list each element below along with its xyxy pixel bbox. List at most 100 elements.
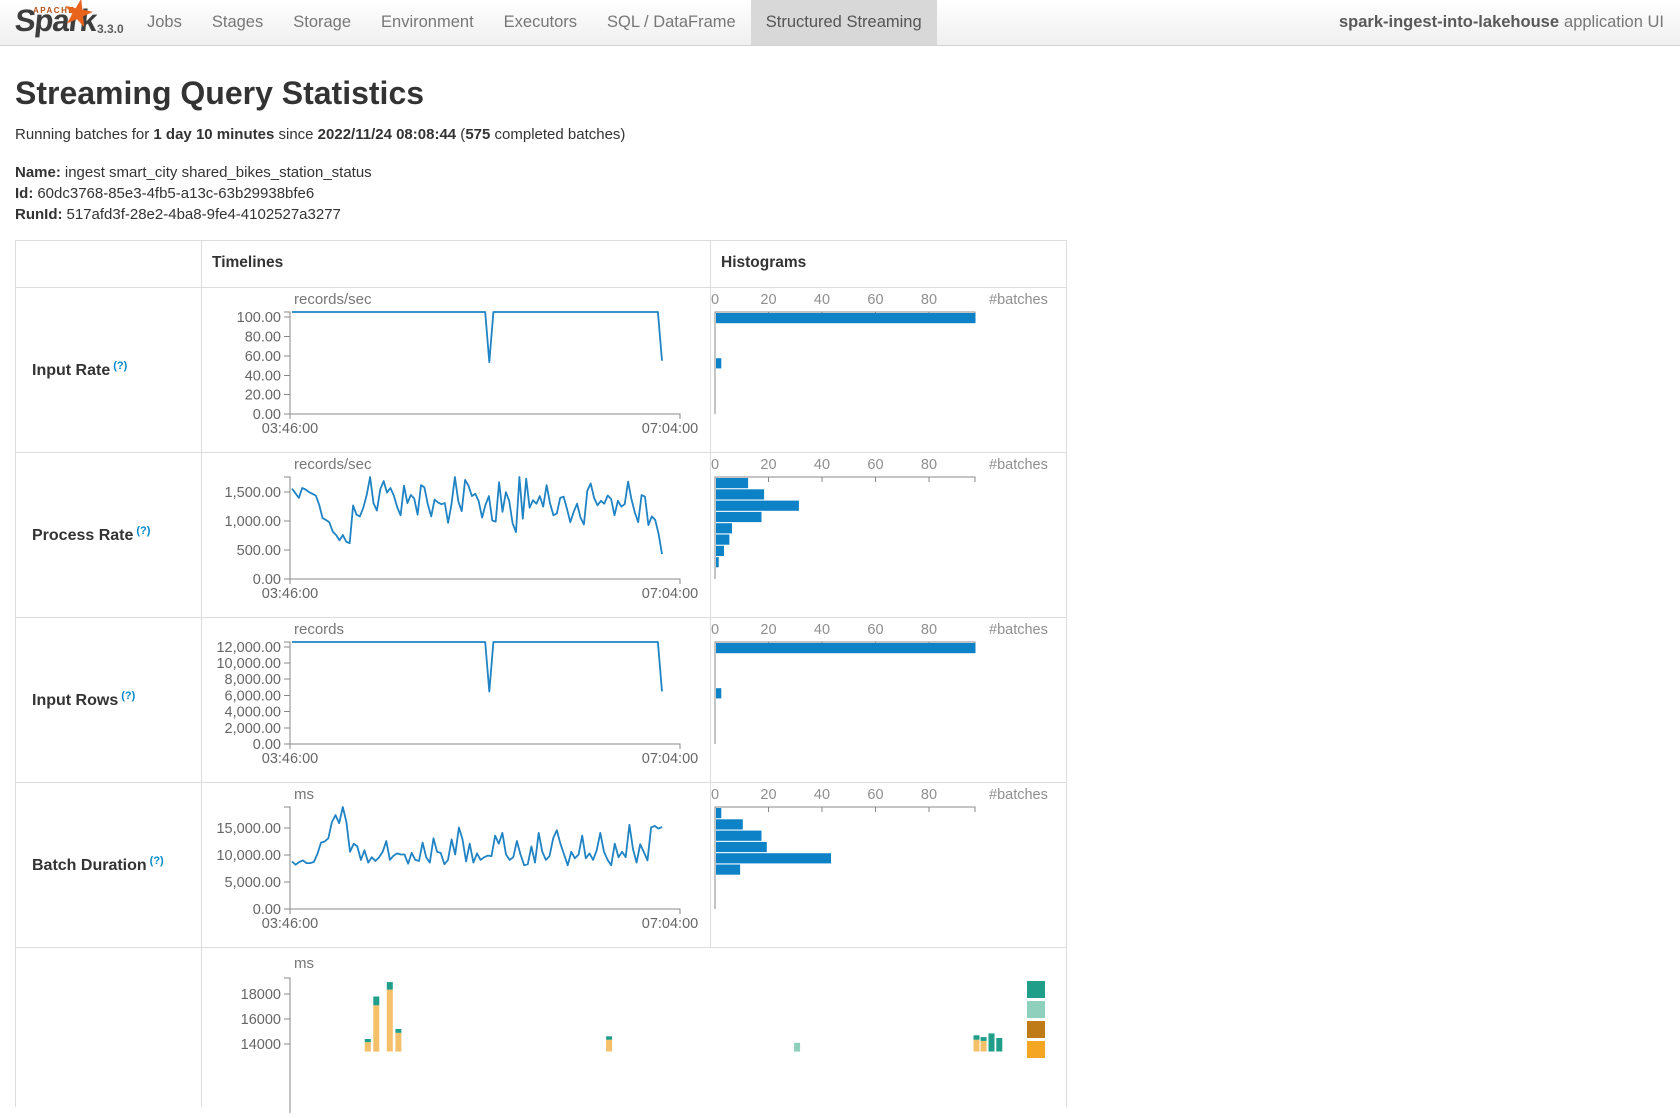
svg-text:#batches: #batches [989,457,1048,473]
application-title: spark-ingest-into-lakehouse application … [1339,0,1664,45]
operation-duration-row: ms180001600014000 [16,947,1066,1107]
svg-text:#batches: #batches [989,787,1048,803]
svg-text:40: 40 [814,787,830,803]
svg-text:03:46:00: 03:46:00 [262,916,318,932]
input-rows-histogram-cell: 020406080#batches [710,618,1065,782]
spark-version: 3.3.0 [97,22,124,36]
process-rate-histogram-cell: 020406080#batches [710,453,1065,617]
tab-structured-streaming[interactable]: Structured Streaming [751,0,937,45]
running-duration: 1 day 10 minutes [153,126,274,143]
row-label-cell: Input Rows(?) [16,618,201,782]
svg-text:500.00: 500.00 [237,543,281,559]
svg-text:07:04:00: 07:04:00 [642,421,698,437]
process-rate-help-icon[interactable]: (?) [136,525,150,537]
svg-text:0: 0 [711,292,719,308]
running-middle: since [274,126,317,143]
svg-text:ms: ms [294,786,314,803]
query-id-label: Id: [15,185,33,202]
operation-duration-timeline-chart: ms180001600014000 [202,948,1066,1107]
input-rows-histogram-chart: 020406080#batches [711,618,1065,782]
nav-tabs: Jobs Stages Storage Environment Executor… [132,0,937,45]
svg-text:ms: ms [294,955,314,972]
query-name-row: Name:ingest smart_city shared_bikes_stat… [15,162,1680,183]
svg-text:0: 0 [711,787,719,803]
input-rows-timeline-chart: records0.002,000.004,000.006,000.008,000… [202,618,710,782]
running-batches-line: Running batches for 1 day 10 minutes sin… [15,126,1680,143]
row-label-cell: Batch Duration(?) [16,783,201,947]
batch-duration-timeline-chart: ms0.005,000.0010,000.0015,000.0003:46:00… [202,783,710,947]
tab-sql-dataframe[interactable]: SQL / DataFrame [592,0,751,45]
query-meta: Name:ingest smart_city shared_bikes_stat… [15,162,1680,225]
svg-text:15,000.00: 15,000.00 [216,821,281,837]
svg-text:80: 80 [921,622,937,638]
svg-text:20: 20 [760,292,776,308]
svg-text:40: 40 [814,292,830,308]
svg-text:1,500.00: 1,500.00 [225,485,281,501]
tab-executors[interactable]: Executors [489,0,592,45]
query-id-row: Id:60dc3768-85e3-4fb5-a13c-63b29938bfe6 [15,183,1680,204]
svg-text:60: 60 [867,457,883,473]
svg-text:6,000.00: 6,000.00 [225,688,281,704]
batch-duration-help-icon[interactable]: (?) [150,855,164,867]
svg-text:80: 80 [921,457,937,473]
svg-text:10,000.00: 10,000.00 [216,656,281,672]
query-runid-row: RunId:517afd3f-28e2-4ba8-9fe4-4102527a32… [15,204,1680,225]
svg-text:14000: 14000 [241,1037,281,1053]
svg-text:03:46:00: 03:46:00 [262,751,318,767]
running-prefix: Running batches for [15,126,153,143]
application-name: spark-ingest-into-lakehouse [1339,13,1559,32]
timelines-column-header: Timelines [202,241,710,272]
batch-duration-histogram-cell: 020406080#batches [710,783,1065,947]
svg-text:12,000.00: 12,000.00 [216,640,281,656]
tab-stages[interactable]: Stages [197,0,278,45]
header-empty-cell [16,241,201,287]
svg-text:40.00: 40.00 [245,368,281,384]
svg-text:07:04:00: 07:04:00 [642,916,698,932]
svg-text:18000: 18000 [241,987,281,1003]
operation-duration-chart-cell: ms180001600014000 [201,948,1066,1107]
spark-logo[interactable]: APACHE Spark ★ 3.3.0 [0,0,132,45]
query-name-label: Name: [15,164,61,181]
svg-text:records/sec: records/sec [294,291,372,308]
batch-duration-histogram-chart: 020406080#batches [711,783,1065,947]
running-start-time: 2022/11/24 08:08:44 [318,126,456,143]
svg-text:07:04:00: 07:04:00 [642,586,698,602]
svg-text:20: 20 [760,622,776,638]
statistics-table: Timelines Histograms Input Rate(?) recor… [15,240,1067,1107]
batch-duration-label: Batch Duration [32,857,147,874]
input-rows-help-icon[interactable]: (?) [121,690,135,702]
svg-text:5,000.00: 5,000.00 [225,875,281,891]
svg-text:records/sec: records/sec [294,456,372,473]
svg-text:10,000.00: 10,000.00 [216,848,281,864]
row-label-cell [16,948,201,1107]
input-rate-help-icon[interactable]: (?) [113,360,127,372]
table-header-row: Timelines Histograms [16,241,1066,287]
application-ui-suffix: application UI [1564,13,1664,32]
histograms-column-header: Histograms [711,241,1065,272]
svg-text:8,000.00: 8,000.00 [225,672,281,688]
svg-text:100.00: 100.00 [237,310,281,326]
svg-text:80.00: 80.00 [245,330,281,346]
svg-text:07:04:00: 07:04:00 [642,751,698,767]
row-label-cell: Input Rate(?) [16,288,201,452]
tab-jobs[interactable]: Jobs [132,0,197,45]
process-rate-timeline-chart: records/sec0.00500.001,000.001,500.0003:… [202,453,710,617]
process-rate-label: Process Rate [32,527,133,544]
input-rate-timeline-cell: records/sec0.0020.0040.0060.0080.00100.0… [201,288,710,452]
process-rate-timeline-cell: records/sec0.00500.001,000.001,500.0003:… [201,453,710,617]
input-rows-timeline-cell: records0.002,000.004,000.006,000.008,000… [201,618,710,782]
process-rate-histogram-chart: 020406080#batches [711,453,1065,617]
svg-text:03:46:00: 03:46:00 [262,421,318,437]
query-name-value: ingest smart_city shared_bikes_station_s… [65,164,372,181]
svg-text:80: 80 [921,787,937,803]
row-label-cell: Process Rate(?) [16,453,201,617]
input-rate-timeline-chart: records/sec0.0020.0040.0060.0080.00100.0… [202,288,710,452]
svg-text:records: records [294,621,344,638]
svg-text:1,000.00: 1,000.00 [225,514,281,530]
svg-text:40: 40 [814,622,830,638]
batch-duration-timeline-cell: ms0.005,000.0010,000.0015,000.0003:46:00… [201,783,710,947]
tab-storage[interactable]: Storage [278,0,366,45]
svg-text:2,000.00: 2,000.00 [225,721,281,737]
tab-environment[interactable]: Environment [366,0,489,45]
svg-text:60: 60 [867,787,883,803]
